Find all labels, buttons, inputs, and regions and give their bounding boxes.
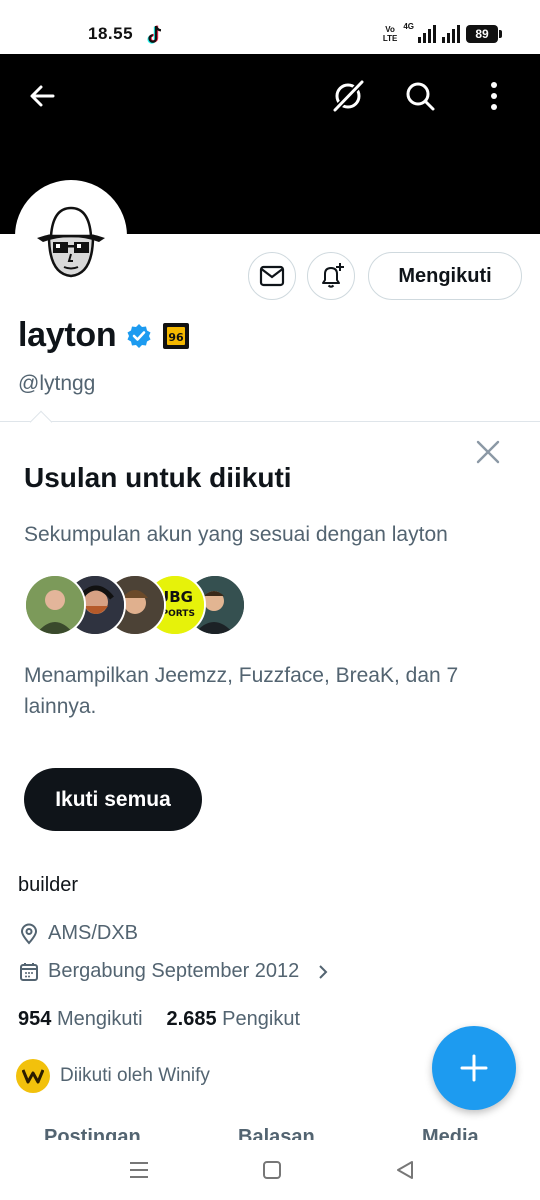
tab-posts[interactable]: Postingan: [44, 1126, 141, 1140]
svg-text:96: 96: [169, 331, 185, 344]
message-button[interactable]: [248, 252, 296, 300]
name-row: layton 96: [18, 316, 190, 355]
battery-indicator: 89: [466, 25, 502, 43]
suggestions-title: Usulan untuk diikuti: [24, 462, 292, 493]
mail-icon: [259, 265, 285, 287]
system-nav-bar: [0, 1140, 540, 1200]
grok-icon: [333, 80, 364, 112]
followed-by-row[interactable]: Diikuti oleh Winify: [16, 1059, 210, 1093]
menu-lines-icon: [130, 1162, 148, 1178]
close-icon: [476, 440, 500, 464]
close-suggestions-button[interactable]: [472, 436, 504, 468]
square-icon: [263, 1161, 281, 1179]
avatar[interactable]: [15, 180, 127, 292]
suggestions-description: Menampilkan Jeemzz, Fuzzface, BreaK, dan…: [24, 664, 459, 718]
location-text: AMS/DXB: [48, 922, 139, 944]
triangle-back-icon: [397, 1161, 413, 1179]
verified-badge-icon: [127, 323, 151, 348]
calendar-icon: [20, 962, 38, 981]
location-row: AMS/DXB: [18, 922, 138, 945]
bell-plus-icon: [322, 263, 344, 288]
handle: @lytngg: [18, 372, 96, 395]
joined-text: Bergabung September 2012: [48, 960, 300, 982]
status-bar: 18.55 Vo LTE 4G 89: [0, 0, 540, 54]
signal-icon: [418, 25, 436, 43]
following-stat[interactable]: 954 Mengikuti: [18, 1008, 143, 1031]
follow-all-button[interactable]: Ikuti semua: [24, 768, 202, 831]
winify-avatar: [16, 1059, 50, 1093]
search-button[interactable]: [400, 76, 440, 116]
affiliate-badge-icon: 96: [163, 322, 190, 349]
follow-stats: 954 Mengikuti 2.685 Pengikut: [18, 1008, 300, 1031]
tab-replies[interactable]: Balasan: [238, 1126, 315, 1140]
grok-button[interactable]: [328, 76, 368, 116]
more-vertical-icon: [491, 82, 497, 110]
profile-tabs: Postingan Balasan Media: [0, 1126, 540, 1140]
joined-row[interactable]: Bergabung September 2012: [18, 960, 333, 983]
arrow-left-icon: [30, 85, 55, 107]
following-label: Mengikuti: [56, 1008, 143, 1030]
followed-by-text: Diikuti oleh Winify: [60, 1065, 210, 1086]
tab-media[interactable]: Media: [422, 1126, 479, 1140]
status-icons: Vo LTE 4G 89: [382, 22, 502, 46]
search-icon: [406, 82, 435, 111]
suggested-avatars[interactable]: UBG SPORTS: [24, 574, 246, 636]
plus-icon: [460, 1054, 488, 1082]
tiktok-icon: [147, 25, 162, 44]
home-button[interactable]: [256, 1154, 288, 1186]
back-nav-button[interactable]: [389, 1154, 421, 1186]
recent-apps-button[interactable]: [123, 1154, 155, 1186]
followers-label: Pengikut: [222, 1008, 301, 1030]
more-button[interactable]: [474, 76, 514, 116]
following-count: 954: [18, 1008, 52, 1030]
volte-indicator: Vo LTE: [382, 25, 398, 43]
status-time: 18.55: [88, 24, 134, 43]
followers-count: 2.685: [166, 1008, 217, 1030]
display-name: layton: [18, 316, 117, 354]
following-button[interactable]: Mengikuti: [368, 252, 522, 300]
compose-button[interactable]: [432, 1026, 516, 1110]
suggested-avatar-1: [24, 574, 86, 636]
chevron-right-icon: [319, 964, 328, 979]
bio: builder: [18, 874, 79, 896]
back-button[interactable]: [22, 76, 62, 116]
location-pin-icon: [20, 923, 38, 945]
followers-stat[interactable]: 2.685 Pengikut: [167, 1008, 300, 1031]
suggestions-subtitle: Sekumpulan akun yang sesuai dengan layto…: [24, 523, 448, 546]
network-type: 4G: [403, 22, 414, 31]
signal-icon-2: [442, 25, 460, 43]
winify-logo-icon: [22, 1069, 44, 1084]
notify-button[interactable]: [307, 252, 355, 300]
avatar-image: [19, 184, 123, 288]
